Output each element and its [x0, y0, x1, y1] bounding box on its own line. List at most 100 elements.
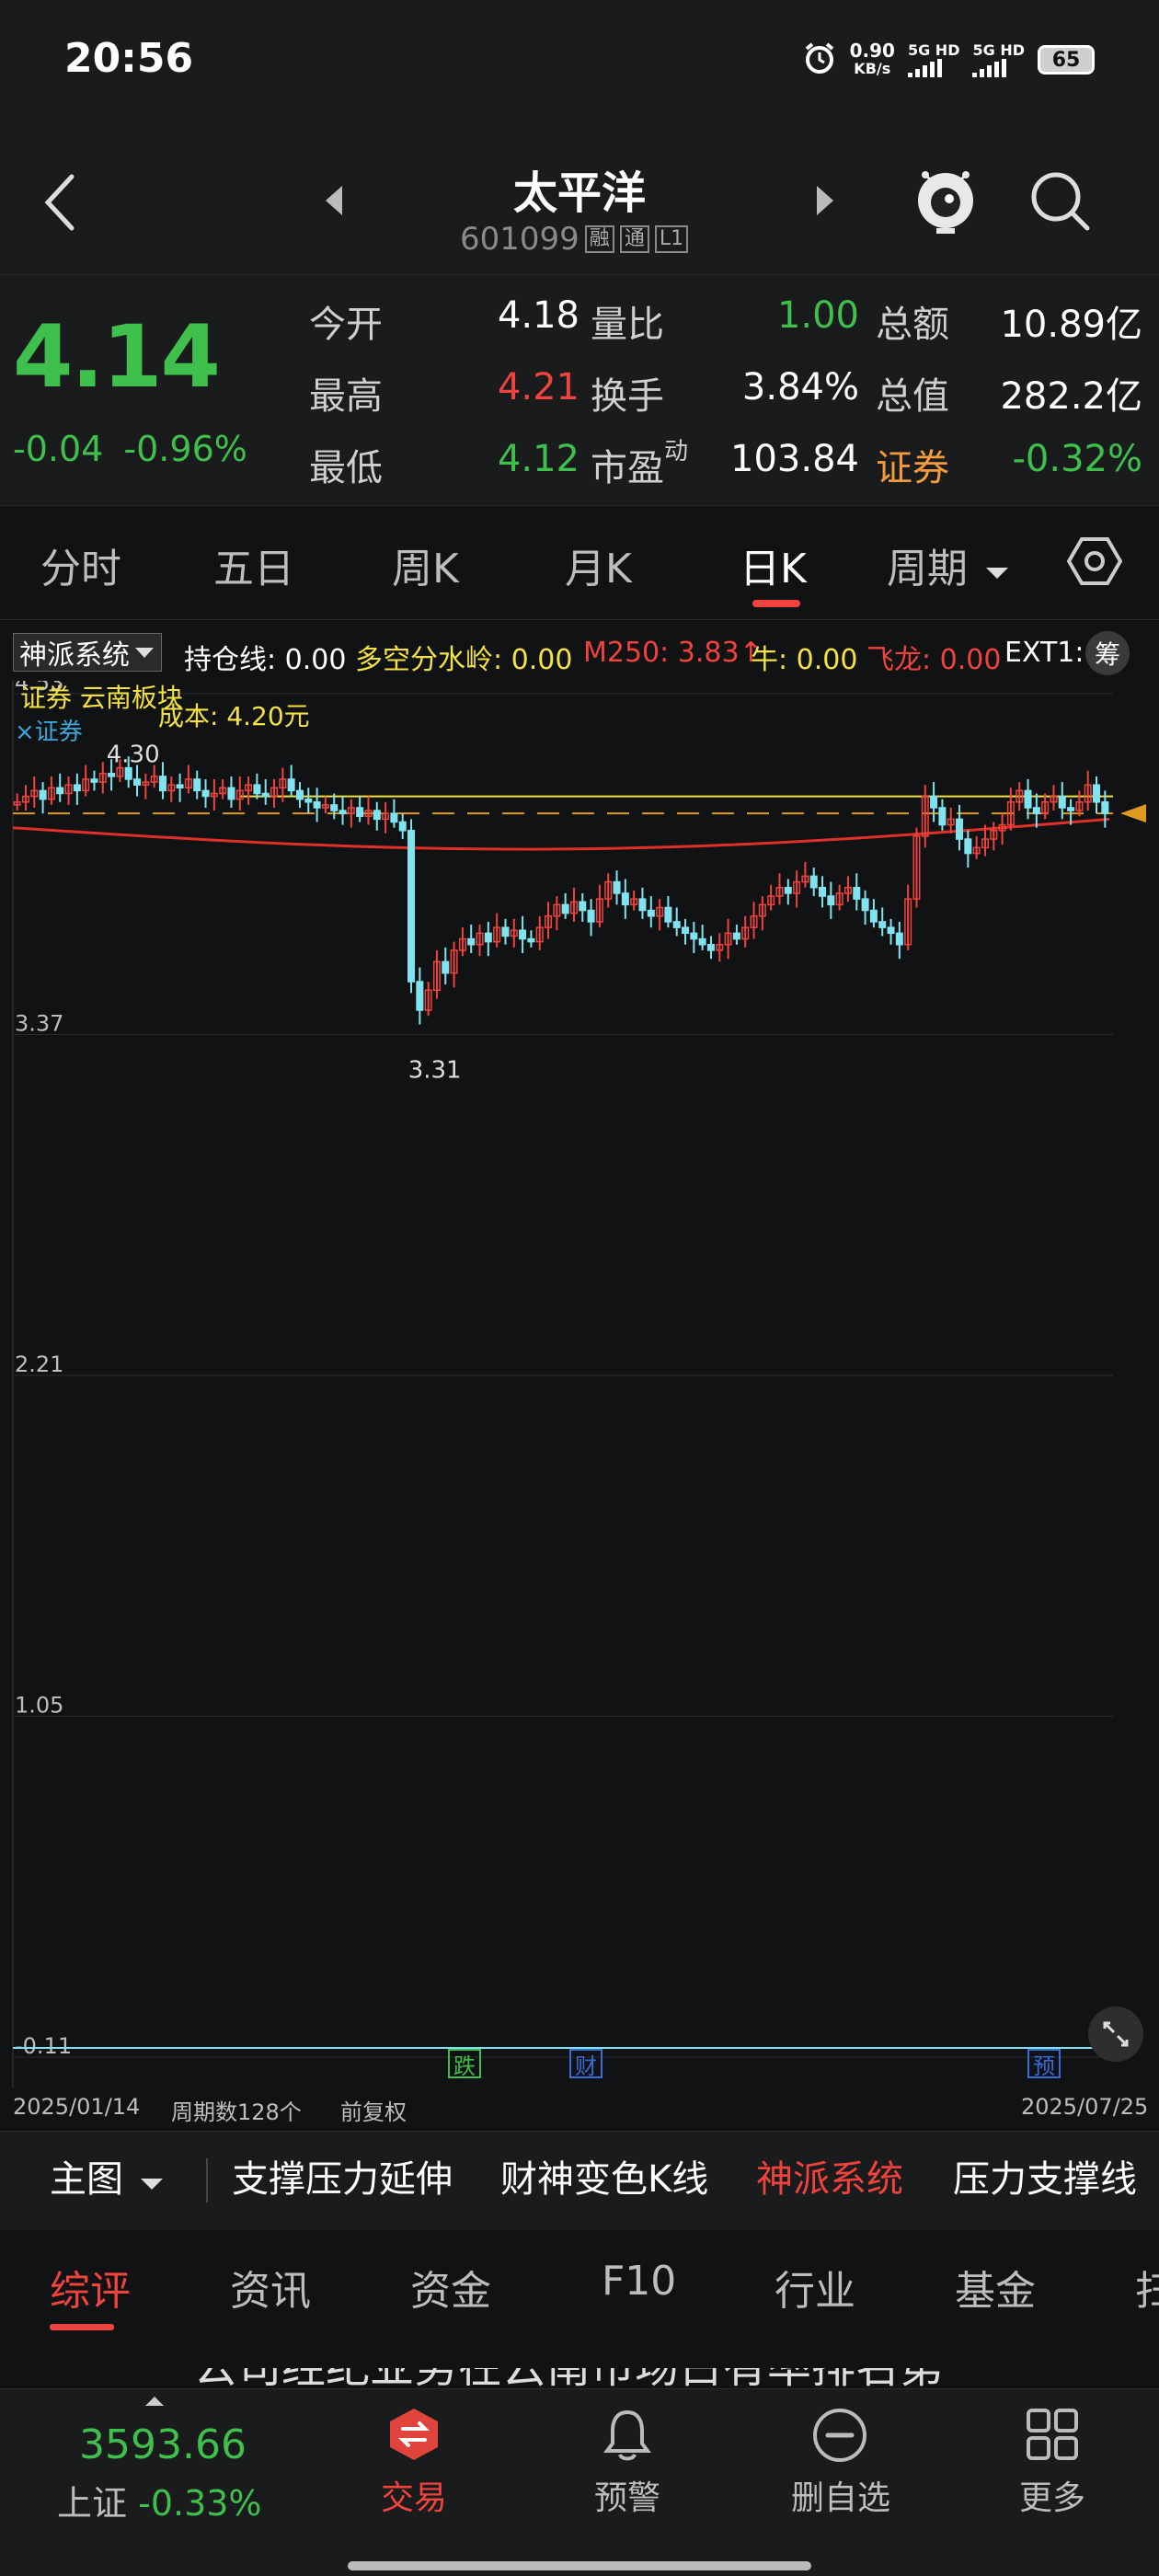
turnover-label: 换手 — [591, 375, 664, 418]
menu-support-extend[interactable]: 支撑压力延伸 — [232, 2149, 453, 2202]
remove-watch-icon[interactable] — [811, 2407, 868, 2467]
tab-funds[interactable]: 资金 — [410, 2258, 491, 2317]
period-count: 周期数128个 — [171, 2099, 302, 2125]
low-marker: 3.31 — [408, 1056, 462, 1084]
signal-bars-icon — [972, 59, 1007, 77]
tab-fund[interactable]: 基金 — [955, 2258, 1036, 2317]
margin-tag: 融 — [584, 225, 614, 253]
chip-distribution-button[interactable]: 筹 — [1085, 631, 1130, 675]
open-value: 4.18 — [497, 294, 580, 337]
candle-body — [706, 943, 715, 951]
event-tag[interactable]: 财 — [569, 2049, 602, 2079]
alert-bell-icon[interactable] — [600, 2407, 655, 2467]
indicator-selector[interactable]: 神派系统 — [13, 633, 162, 672]
tab-summary[interactable]: 综评 — [50, 2258, 131, 2317]
remove-sector-tag[interactable]: ×证券 — [15, 719, 83, 746]
search-icon[interactable] — [1027, 166, 1093, 239]
sector-link[interactable]: 证券 — [876, 438, 949, 491]
trade-label[interactable]: 交易 — [340, 2471, 488, 2519]
candle-body — [938, 807, 947, 826]
signal-bars-icon — [907, 59, 942, 77]
tab-daily[interactable]: 日K — [740, 535, 807, 594]
candle-body — [390, 812, 398, 823]
candle-body — [484, 932, 492, 943]
main-chart-selector[interactable]: 主图 — [50, 2149, 165, 2202]
tab-period[interactable]: 周期 — [887, 535, 1010, 594]
signal-1-label: 5G HD — [907, 41, 960, 59]
candle-body — [442, 960, 450, 974]
network-speed: 0.90 KB/s — [850, 41, 895, 78]
event-tag[interactable]: 预 — [1027, 2049, 1061, 2079]
pe-label: 市盈动 — [591, 438, 688, 491]
assistant-mascot-icon[interactable] — [912, 164, 979, 241]
tab-industry[interactable]: 行业 — [775, 2258, 855, 2317]
tab-more-cut[interactable]: 扫 — [1135, 2258, 1159, 2317]
candle-body — [827, 895, 835, 906]
more-grid-icon[interactable] — [1025, 2407, 1080, 2466]
next-stock-button[interactable] — [813, 184, 837, 221]
candle-body — [690, 932, 698, 940]
high-label: 最高 — [309, 375, 383, 418]
current-price: 4.14 — [13, 307, 221, 408]
candle-body — [869, 909, 878, 923]
candle-body — [784, 886, 792, 894]
candle-body — [1024, 789, 1032, 809]
menu-color-kline[interactable]: 财神变色K线 — [500, 2149, 708, 2202]
current-price-arrow — [1120, 804, 1146, 823]
candle-body — [56, 787, 64, 795]
candle-body — [261, 792, 270, 798]
tab-monthly[interactable]: 月K — [565, 535, 632, 594]
candle-body — [501, 926, 510, 937]
menu-pressure-support[interactable]: 压力支撑线 — [953, 2149, 1137, 2202]
tab-f10[interactable]: F10 — [602, 2258, 676, 2305]
candle-body — [579, 901, 587, 912]
tab-five-day[interactable]: 五日 — [213, 535, 294, 594]
candle-body — [193, 778, 201, 792]
signal-1: 5G HD — [907, 41, 960, 77]
tab-weekly[interactable]: 周K — [392, 535, 459, 594]
volume-ratio-value: 1.00 — [776, 294, 859, 337]
index-summary[interactable]: 上证 -0.33% — [57, 2475, 262, 2525]
high-marker: 4.30 — [107, 742, 160, 769]
high-value: 4.21 — [497, 366, 580, 408]
candle-body — [887, 926, 895, 935]
market-cap-value: 282.2亿 — [1000, 375, 1142, 418]
tab-news[interactable]: 资讯 — [230, 2258, 311, 2317]
candle-body — [158, 776, 166, 792]
candle-body — [638, 898, 647, 912]
start-date: 2025/01/14 — [13, 2094, 141, 2120]
remove-watch-label[interactable]: 删自选 — [767, 2471, 914, 2519]
event-tag-label: 财 — [575, 2053, 597, 2079]
y-tick-label: 1.05 — [15, 1693, 63, 1719]
indicator-selector-label: 神派系统 — [19, 639, 130, 672]
tab-period-label: 周期 — [887, 546, 968, 592]
chart-settings-icon[interactable] — [1066, 535, 1123, 591]
candle-body — [1101, 801, 1109, 814]
more-label[interactable]: 更多 — [979, 2471, 1126, 2519]
home-indicator[interactable] — [348, 2561, 811, 2570]
turnover-value: 3.84% — [741, 366, 859, 408]
low-value: 4.12 — [497, 438, 580, 480]
candle-body — [561, 903, 569, 914]
candle-body — [304, 798, 313, 803]
stock-code-row: 601099 融 通 L1 — [460, 221, 689, 258]
event-tag[interactable]: 跌 — [448, 2049, 481, 2079]
candle-body — [313, 801, 321, 809]
trade-icon[interactable] — [386, 2407, 442, 2466]
connect-tag: 通 — [619, 225, 649, 253]
candle-body — [878, 921, 887, 928]
candle-body — [698, 937, 706, 946]
tab-intraday[interactable]: 分时 — [40, 535, 121, 594]
indicator-dragon: 飞龙: 0.00 — [866, 644, 1002, 676]
chart-footer: 2025/01/14 周期数128个 前复权 2025/07/25 — [0, 2088, 1159, 2125]
market-cap-label: 总值 — [876, 375, 949, 418]
expand-chart-icon[interactable] — [1088, 2007, 1143, 2062]
alert-label[interactable]: 预警 — [554, 2471, 701, 2519]
candle-body — [861, 898, 869, 912]
kline-chart[interactable]: 4.533.372.211.05-0.11 跌财预 4.30 3.31 证券 云… — [0, 681, 1159, 2088]
cost-label: 成本: 4.20元 — [158, 701, 310, 731]
alarm-icon — [802, 40, 837, 80]
index-value[interactable]: 3593.66 — [79, 2421, 247, 2468]
index-expand-icon[interactable] — [143, 2394, 166, 2411]
menu-shenpai-system[interactable]: 神派系统 — [756, 2149, 903, 2202]
